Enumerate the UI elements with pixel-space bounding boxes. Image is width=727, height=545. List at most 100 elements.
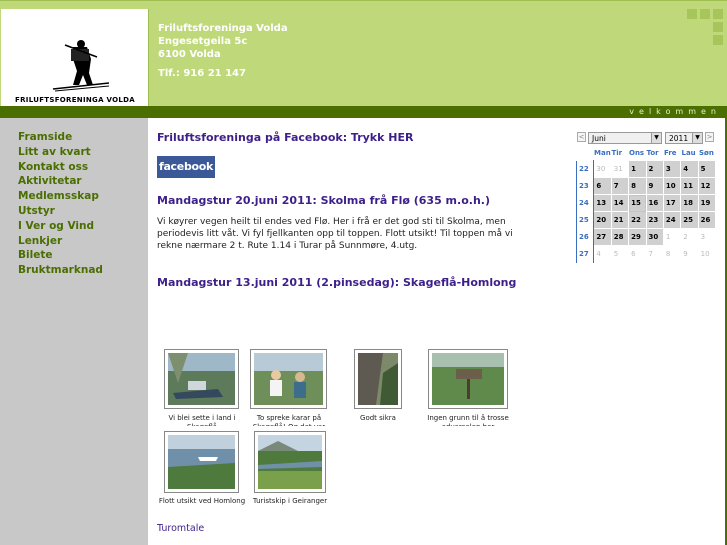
- calendar-day[interactable]: 27: [593, 228, 612, 246]
- calendar-day[interactable]: 14: [610, 194, 630, 212]
- calendar-day[interactable]: 23: [645, 211, 664, 229]
- calendar-day[interactable]: 19: [697, 194, 717, 212]
- gallery-thumbnail[interactable]: [354, 349, 402, 409]
- weekday-label: Tor: [646, 149, 659, 157]
- calendar-day[interactable]: 28: [610, 228, 630, 246]
- calendar-week-row: 27 4 5 6 7 8 9 10: [575, 245, 717, 263]
- sidebar-item-litt-av-kvart[interactable]: Litt av kvart: [18, 145, 103, 160]
- calendar-day[interactable]: 7: [645, 245, 664, 263]
- calendar-week-row: 22 30 31 1 2 3 4 5: [575, 160, 717, 178]
- decor-square: [687, 9, 697, 19]
- week-number[interactable]: 26: [575, 228, 595, 246]
- calendar-day[interactable]: 17: [662, 194, 682, 212]
- calendar-day[interactable]: 9: [680, 245, 699, 263]
- gallery-thumbnail[interactable]: [250, 349, 327, 409]
- calendar-day[interactable]: 16: [645, 194, 664, 212]
- decor-square: [713, 35, 723, 45]
- post-title[interactable]: Mandagstur 13.juni 2011 (2.pinsedag): Sk…: [157, 276, 516, 289]
- facebook-link[interactable]: Friluftsforeninga på Facebook: Trykk HER: [157, 131, 413, 144]
- calendar-day[interactable]: 5: [697, 160, 717, 178]
- sidebar-item-medlemsskap[interactable]: Medlemsskap: [18, 189, 103, 204]
- calendar-week-row: 26 27 28 29 30 1 2 3: [575, 228, 717, 246]
- calendar-day[interactable]: 24: [662, 211, 682, 229]
- weekday-label: Man: [594, 149, 611, 157]
- calendar-day[interactable]: 1: [628, 160, 647, 178]
- calendar-day[interactable]: 2: [680, 228, 699, 246]
- address-line: Friluftsforeninga Volda: [158, 23, 288, 34]
- decor-square: [713, 9, 723, 19]
- gallery-thumbnail[interactable]: [428, 349, 508, 409]
- calendar-day[interactable]: 20: [593, 211, 612, 229]
- photo-sign-icon: [432, 353, 504, 405]
- turomtale-link[interactable]: Turomtale: [157, 523, 204, 534]
- calendar-day[interactable]: 29: [628, 228, 647, 246]
- week-number[interactable]: 22: [575, 160, 595, 178]
- calendar-day[interactable]: 8: [662, 245, 682, 263]
- gallery-caption: Godt sikra: [360, 414, 396, 422]
- calendar-day[interactable]: 13: [593, 194, 612, 212]
- calendar-day[interactable]: 6: [593, 177, 612, 195]
- calendar-day[interactable]: 21: [610, 211, 630, 229]
- calendar-day[interactable]: 11: [680, 177, 699, 195]
- logo[interactable]: FRILUFTSFORENINGA VOLDA: [1, 9, 149, 107]
- sidebar-item-framside[interactable]: Framside: [18, 130, 103, 145]
- photo-cliff-icon: [358, 353, 398, 405]
- sidebar-item-i-ver-og-vind[interactable]: I Ver og Vind: [18, 219, 103, 234]
- week-number[interactable]: 25: [575, 211, 595, 229]
- calendar-day[interactable]: 18: [680, 194, 699, 212]
- post-body: Vi køyrer vegen heilt til endes ved Flø.…: [157, 217, 513, 251]
- sidebar: Framside Litt av kvart Kontakt oss Aktiv…: [0, 118, 148, 545]
- calendar-day[interactable]: 10: [662, 177, 682, 195]
- sidebar-item-utstyr[interactable]: Utstyr: [18, 204, 103, 219]
- calendar-day[interactable]: 31: [610, 160, 630, 178]
- site-header: FRILUFTSFORENINGA VOLDA Friluftsforening…: [0, 0, 727, 107]
- sidebar-item-bilete[interactable]: Bilete: [18, 248, 103, 263]
- facebook-badge[interactable]: facebook: [157, 156, 215, 178]
- calendar-day[interactable]: 3: [662, 160, 682, 178]
- calendar-day[interactable]: 5: [610, 245, 630, 263]
- weekday-label: Ons: [629, 149, 645, 157]
- calendar-day[interactable]: 6: [628, 245, 647, 263]
- green-bar: [0, 106, 727, 118]
- calendar-day[interactable]: 15: [628, 194, 647, 212]
- calendar-day[interactable]: 2: [645, 160, 664, 178]
- calendar-day[interactable]: 9: [645, 177, 664, 195]
- gallery-thumbnail[interactable]: [164, 431, 239, 493]
- year-select[interactable]: 2011 ▼: [665, 132, 703, 144]
- weekday-label: Tir: [611, 149, 623, 157]
- photo-hikers-icon: [254, 353, 323, 405]
- gallery-thumbnail[interactable]: [254, 431, 326, 493]
- gallery-caption: Flott utsikt ved Homlong: [158, 497, 246, 505]
- sidebar-item-bruktmarknad[interactable]: Bruktmarknad: [18, 263, 103, 278]
- calendar-day[interactable]: 12: [697, 177, 717, 195]
- calendar-day[interactable]: 7: [610, 177, 630, 195]
- calendar-day[interactable]: 4: [680, 160, 699, 178]
- calendar-day[interactable]: 26: [697, 211, 717, 229]
- week-number[interactable]: 27: [575, 245, 595, 263]
- calendar-day[interactable]: 10: [697, 245, 717, 263]
- prev-month-button[interactable]: <: [577, 132, 586, 142]
- calendar-day[interactable]: 25: [680, 211, 699, 229]
- weekday-label: Lau: [681, 149, 696, 157]
- calendar-day[interactable]: 30: [593, 160, 612, 178]
- next-month-button[interactable]: >: [705, 132, 714, 142]
- week-number[interactable]: 23: [575, 177, 595, 195]
- weekday-label: Søn: [699, 149, 714, 157]
- calendar-day[interactable]: 8: [628, 177, 647, 195]
- year-select-value: 2011: [669, 134, 689, 143]
- gallery-thumbnail[interactable]: [164, 349, 239, 409]
- calendar-day[interactable]: 3: [697, 228, 717, 246]
- calendar-day[interactable]: 4: [593, 245, 612, 263]
- sidebar-item-lenkjer[interactable]: Lenkjer: [18, 234, 103, 249]
- photo-geiranger-icon: [258, 435, 322, 489]
- calendar-day[interactable]: 22: [628, 211, 647, 229]
- welcome-text: velkommen: [629, 107, 721, 116]
- post-title[interactable]: Mandagstur 20.juni 2011: Skolma frå Flø …: [157, 194, 490, 207]
- calendar-day[interactable]: 1: [662, 228, 682, 246]
- calendar-day[interactable]: 30: [645, 228, 664, 246]
- week-number[interactable]: 24: [575, 194, 595, 212]
- sidebar-item-kontakt-oss[interactable]: Kontakt oss: [18, 160, 103, 175]
- month-select[interactable]: Juni ▼: [588, 132, 662, 144]
- calendar-week-row: 24 13 14 15 16 17 18 19: [575, 194, 717, 212]
- sidebar-item-aktivitetar[interactable]: Aktivitetar: [18, 174, 103, 189]
